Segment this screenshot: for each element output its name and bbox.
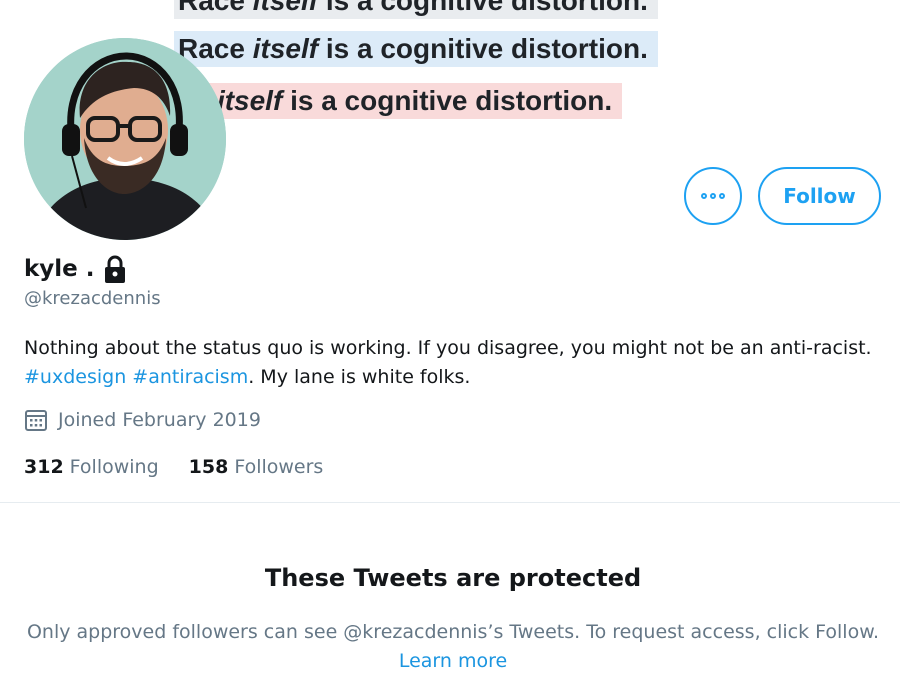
avatar-photo (24, 38, 226, 240)
user-handle: @krezacdennis (24, 288, 161, 309)
follow-stats: 312 Following 158 Followers (24, 452, 323, 482)
followers-count: 158 (188, 456, 229, 478)
followers-link[interactable]: 158 Followers (189, 456, 324, 478)
profile-page: Race itself is a cognitive distortion. R… (0, 0, 900, 694)
protected-message: Only approved followers can see @krezacd… (26, 621, 880, 672)
display-name: kyle . (24, 256, 95, 282)
hashtag-link[interactable]: #antiracism (132, 366, 248, 388)
joined-date-row: Joined February 2019 (24, 404, 261, 436)
lock-icon (104, 255, 125, 283)
more-dots-icon (701, 193, 725, 199)
calendar-icon (25, 410, 47, 431)
protected-title: These Tweets are protected (264, 564, 642, 592)
following-link[interactable]: 312 Following (24, 456, 159, 478)
display-name-row: kyle . (24, 252, 129, 286)
banner-text-line: Race itself is a cognitive distortion. (174, 31, 658, 67)
section-divider (0, 502, 900, 503)
more-options-button[interactable] (684, 167, 742, 225)
hashtag-link[interactable]: #uxdesign (24, 366, 126, 388)
profile-bio: Nothing about the status quo is working.… (24, 337, 872, 388)
following-label: Following (69, 456, 159, 478)
following-count: 312 (24, 456, 64, 478)
avatar[interactable] (24, 38, 226, 240)
followers-label: Followers (234, 456, 324, 478)
banner-text-line: Race itself is a cognitive distortion. (174, 0, 658, 19)
learn-more-link[interactable]: Learn more (399, 650, 507, 672)
joined-date: Joined February 2019 (58, 409, 261, 431)
follow-button[interactable]: Follow (758, 167, 881, 225)
banner-text-line: ce itself is a cognitive distortion. (174, 83, 623, 119)
